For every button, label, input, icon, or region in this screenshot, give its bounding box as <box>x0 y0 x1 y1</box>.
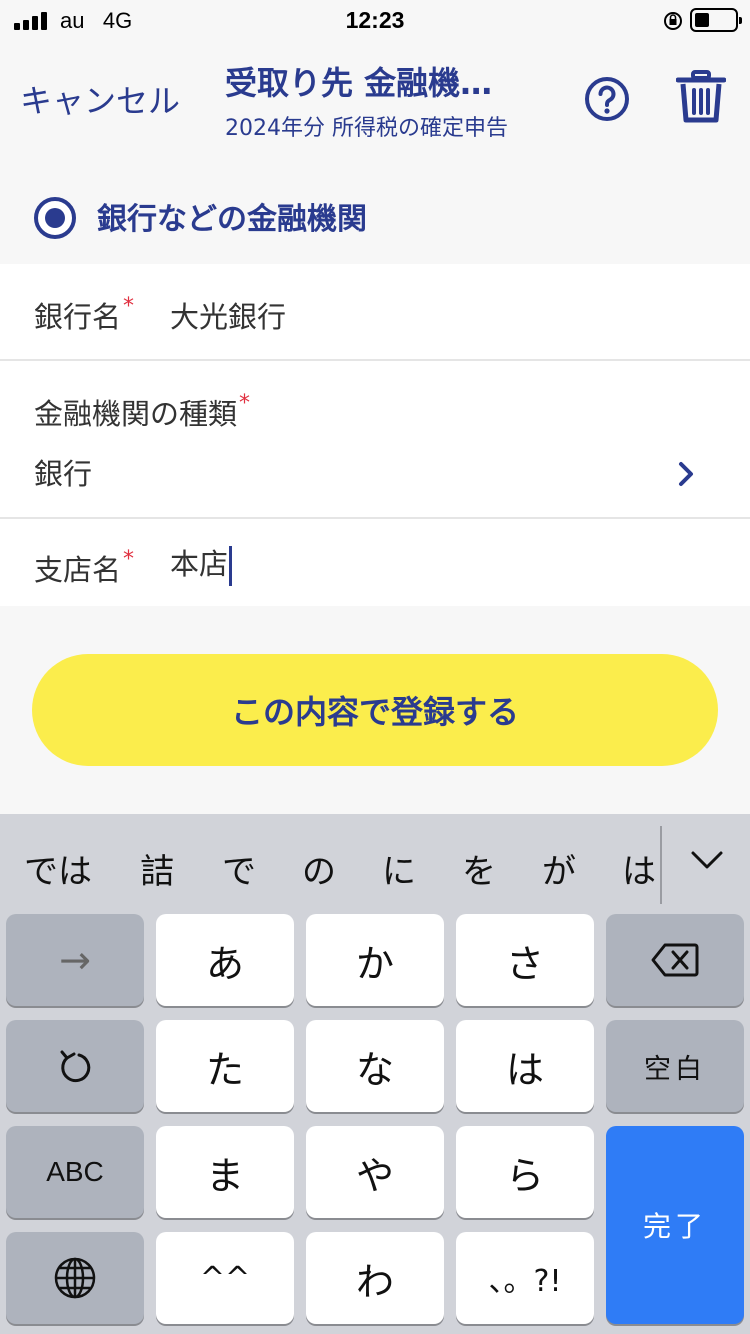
bank-name-row[interactable]: 銀行名* 大光銀行 <box>0 264 750 361</box>
key-ra[interactable]: ら <box>456 1126 594 1218</box>
register-button[interactable]: この内容で登録する <box>32 654 718 766</box>
key-wa[interactable]: わ <box>306 1232 444 1324</box>
space-key[interactable]: 空白 <box>606 1020 744 1112</box>
candidate-item[interactable]: は <box>622 844 656 893</box>
done-key[interactable]: 完了 <box>606 1126 744 1324</box>
candidate-item[interactable]: の <box>302 844 336 893</box>
branch-name-label: 支店名* <box>34 547 135 587</box>
undo-key[interactable] <box>6 1020 144 1112</box>
cancel-button[interactable]: キャンセル <box>20 76 180 122</box>
key-ya[interactable]: や <box>306 1126 444 1218</box>
key-ma[interactable]: ま <box>156 1126 294 1218</box>
key-ta[interactable]: た <box>156 1020 294 1112</box>
candidate-divider <box>660 826 662 904</box>
battery-icon <box>690 8 742 32</box>
key-ka[interactable]: か <box>306 914 444 1006</box>
candidate-item[interactable]: では <box>24 844 92 893</box>
key-sa[interactable]: さ <box>456 914 594 1006</box>
globe-key[interactable] <box>6 1232 144 1324</box>
abc-key[interactable]: ABC <box>6 1126 144 1218</box>
bank-name-input[interactable]: 大光銀行 <box>170 294 286 336</box>
text-cursor <box>229 546 233 586</box>
globe-icon <box>54 1257 96 1299</box>
branch-name-row[interactable]: 支店名* 本店 <box>0 519 750 606</box>
key-a[interactable]: あ <box>156 914 294 1006</box>
trash-icon[interactable] <box>676 70 726 124</box>
keyboard: では 詰 で の に を が は → あ か さ た な は 空白 ABC ま … <box>0 814 750 1334</box>
candidate-item[interactable]: が <box>542 844 576 893</box>
next-candidate-key[interactable]: → <box>6 914 144 1006</box>
page-title: 受取り先 金融機… <box>225 64 493 102</box>
key-na[interactable]: な <box>306 1020 444 1112</box>
institution-type-row[interactable]: 金融機関の種類* 銀行 <box>0 361 750 519</box>
candidate-item[interactable]: を <box>462 844 496 893</box>
punctuation-key[interactable]: 、。?! <box>456 1232 594 1324</box>
required-mark: * <box>123 547 135 572</box>
institution-type-label: 金融機関の種類* <box>34 391 251 431</box>
branch-name-input[interactable]: 本店 <box>170 541 233 586</box>
chevron-down-icon[interactable] <box>690 848 724 872</box>
institution-type-value[interactable]: 銀行 <box>34 451 92 493</box>
bank-form: 銀行名* 大光銀行 金融機関の種類* 銀行 支店名* 本店 <box>0 264 750 606</box>
required-mark: * <box>123 294 135 319</box>
page-subtitle: 2024年分 所得税の確定申告 <box>225 116 508 141</box>
candidate-bar: では 詰 で の に を が は <box>0 814 750 912</box>
key-ha[interactable]: は <box>456 1020 594 1112</box>
help-icon[interactable] <box>584 76 630 122</box>
undo-icon <box>60 1050 91 1083</box>
backspace-key[interactable] <box>606 914 744 1006</box>
candidate-item[interactable]: に <box>382 844 416 893</box>
clock: 12:23 <box>345 7 405 33</box>
bank-name-label: 銀行名* <box>34 294 135 334</box>
radio-label: 銀行などの金融機関 <box>97 202 367 237</box>
rotation-lock-icon <box>664 12 682 30</box>
backspace-icon <box>651 943 699 977</box>
candidate-item[interactable]: で <box>222 844 256 893</box>
institution-category-option[interactable]: 銀行などの金融機関 <box>0 170 750 262</box>
candidate-item[interactable]: 詰 <box>140 844 174 893</box>
nav-bar: キャンセル 受取り先 金融機… 2024年分 所得税の確定申告 <box>0 40 750 150</box>
status-bar: au 4G 12:23 <box>0 0 750 40</box>
emoticon-key[interactable]: ^^ <box>156 1232 294 1324</box>
required-mark: * <box>239 391 251 416</box>
radio-selected-icon[interactable] <box>34 197 76 239</box>
chevron-right-icon[interactable] <box>676 460 696 488</box>
